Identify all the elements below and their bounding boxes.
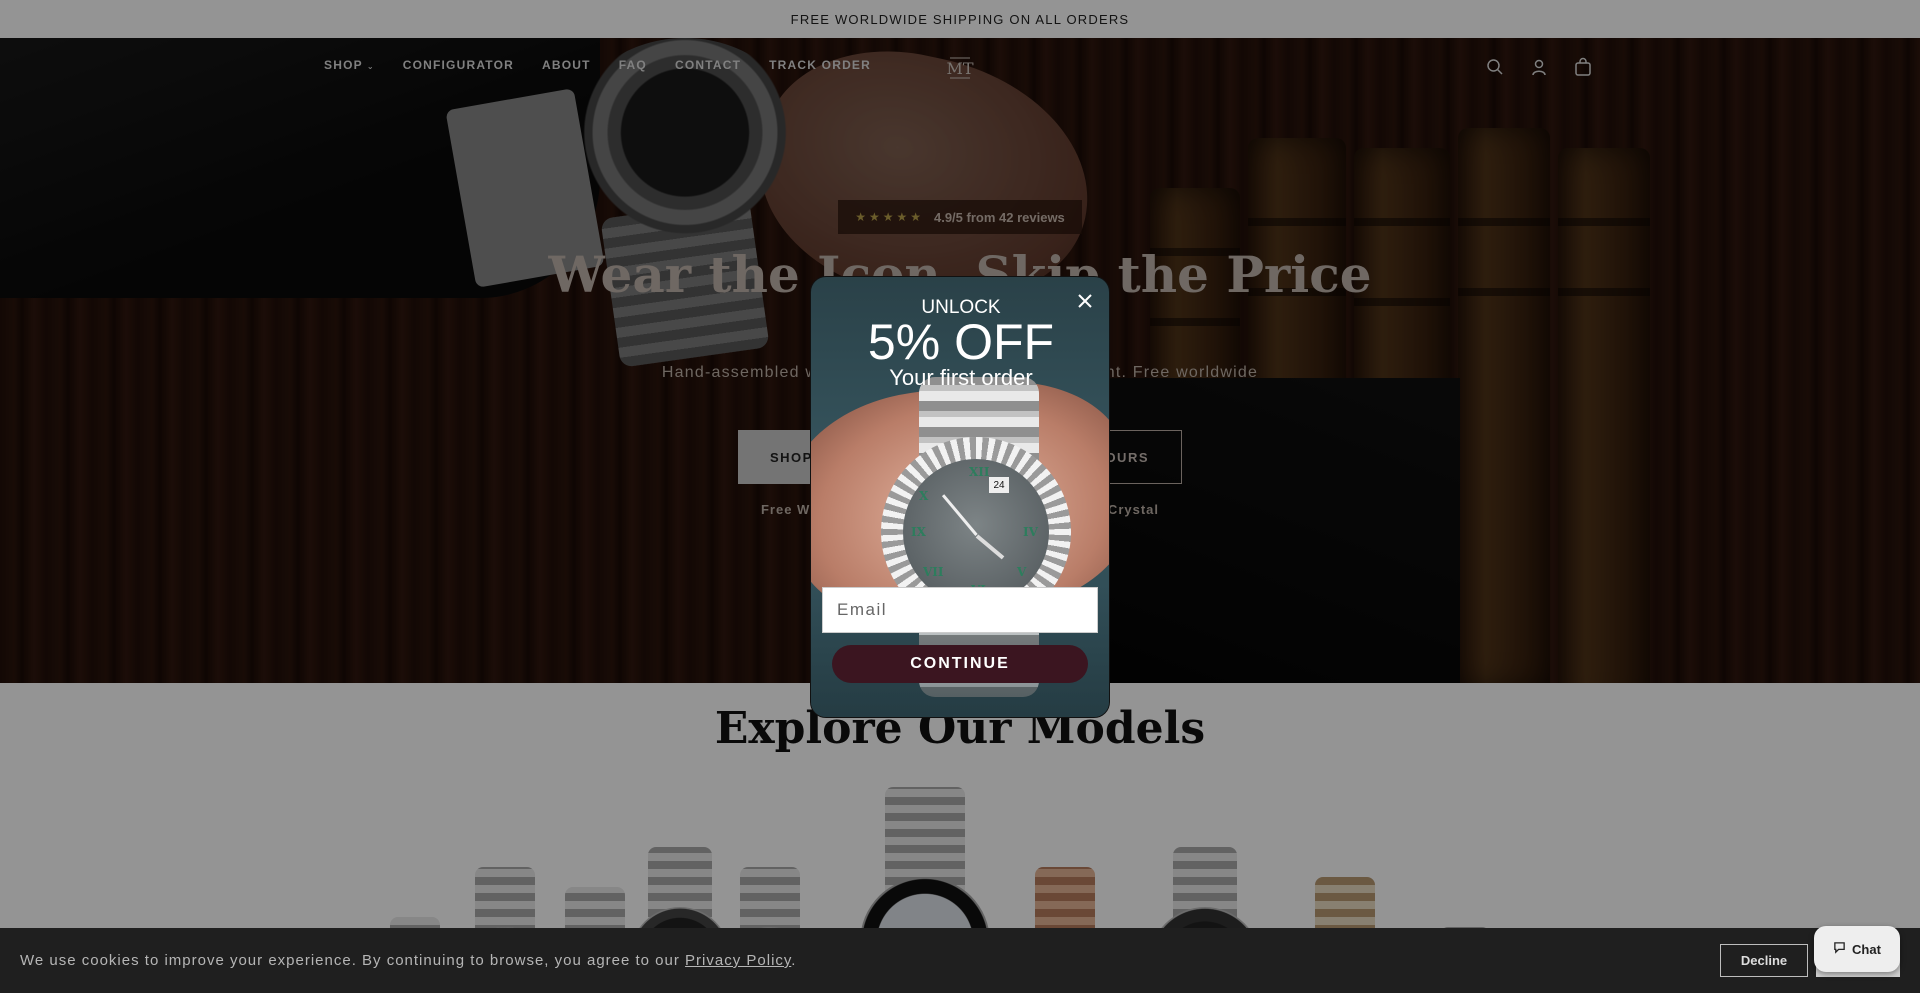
discount-popup: XII IX VI X VII V IV 24 UNLOCK 5% OFF Yo… — [810, 276, 1110, 718]
chat-button[interactable]: Chat — [1814, 926, 1900, 972]
continue-button[interactable]: CONTINUE — [832, 645, 1088, 683]
chat-icon — [1833, 941, 1846, 957]
chat-label: Chat — [1852, 941, 1881, 957]
email-field[interactable]: Email — [822, 587, 1098, 633]
decline-button[interactable]: Decline — [1720, 944, 1808, 977]
privacy-policy-link[interactable]: Privacy Policy — [685, 952, 791, 969]
popup-headline: 5% OFF — [867, 314, 1055, 370]
popup-subhead: Your first order — [889, 365, 1033, 390]
cookie-banner: We use cookies to improve your experienc… — [0, 928, 1920, 993]
cookie-text: We use cookies to improve your experienc… — [20, 952, 797, 969]
